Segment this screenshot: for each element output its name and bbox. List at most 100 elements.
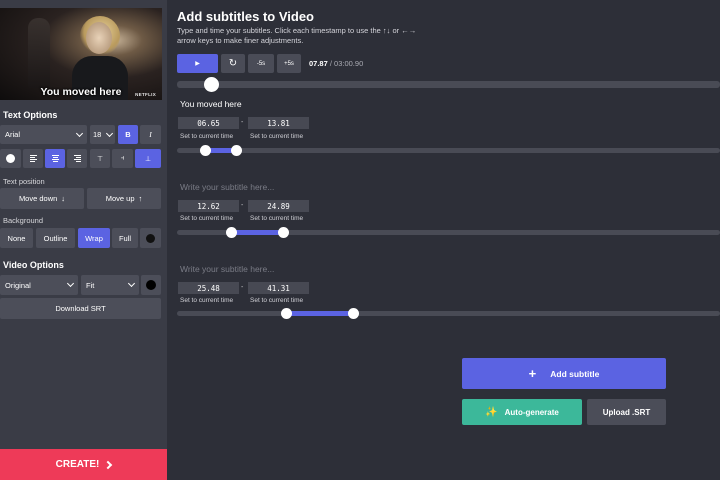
set-start-current-link[interactable]: Set to current time — [180, 215, 233, 222]
text-color-picker[interactable] — [0, 149, 21, 168]
auto-generate-button[interactable]: ✨ Auto-generate — [462, 399, 582, 425]
font-select-value: Arial — [5, 130, 21, 139]
valign-middle-button[interactable]: ⫞ — [112, 149, 133, 168]
forward-5s-button[interactable]: +5s — [277, 54, 301, 73]
valign-top-button[interactable]: ⊤ — [90, 149, 110, 168]
start-time-field[interactable]: 06.65 — [178, 117, 239, 129]
chevron-down-icon — [66, 279, 75, 288]
align-right-icon — [73, 154, 81, 163]
chevron-down-icon — [75, 129, 84, 137]
valign-top-icon: ⊤ — [96, 155, 104, 163]
align-right-button[interactable] — [67, 149, 87, 168]
valign-bottom-button[interactable]: ⊥ — [135, 149, 161, 168]
video-bg-color-picker[interactable] — [141, 275, 161, 295]
magic-wand-icon: ✨ — [485, 406, 498, 418]
editor-sidebar: You moved here NETFLIX Text Options Aria… — [0, 0, 167, 480]
playback-timeline[interactable] — [177, 81, 720, 88]
range-start-handle[interactable] — [200, 145, 211, 156]
create-label: CREATE! — [55, 459, 100, 470]
subtitle-range-track[interactable] — [177, 148, 720, 153]
playback-scrubber-handle[interactable] — [204, 77, 219, 92]
page-title: Add subtitles to Video — [177, 9, 314, 24]
bg-option-full[interactable]: Full — [112, 228, 138, 248]
plus-icon: + — [528, 366, 537, 381]
subtitle-text-input[interactable]: You moved here — [180, 99, 242, 109]
auto-generate-label: Auto-generate — [504, 407, 559, 417]
set-start-current-link[interactable]: Set to current time — [180, 297, 233, 304]
arrow-up-icon: ↑ — [138, 194, 143, 203]
move-up-label: Move up — [105, 194, 135, 203]
bg-option-outline[interactable]: Outline — [36, 228, 75, 248]
align-left-icon — [29, 154, 37, 163]
aspect-ratio-value: Original — [5, 280, 31, 290]
end-time-field[interactable]: 13.81 — [248, 117, 309, 129]
subtitle-text-input[interactable]: Write your subtitle here... — [180, 264, 274, 274]
align-center-button[interactable] — [45, 149, 65, 168]
align-center-icon — [51, 154, 59, 163]
video-bg-color-swatch — [146, 280, 156, 290]
total-time: / 03:00.90 — [329, 59, 364, 68]
rewind-5s-button[interactable]: -5s — [248, 54, 274, 73]
text-color-swatch — [6, 154, 15, 163]
subtitle-text-input[interactable]: Write your subtitle here... — [180, 182, 274, 192]
font-size-select[interactable]: 18 — [90, 125, 115, 144]
move-down-button[interactable]: Move down ↓ — [0, 188, 84, 209]
fit-value: Fit — [86, 280, 95, 290]
playback-time: 07.87 / 03:00.90 — [309, 59, 363, 68]
end-time-field[interactable]: 41.31 — [248, 282, 309, 294]
add-subtitle-button[interactable]: + Add subtitle — [462, 358, 666, 389]
range-start-handle[interactable] — [281, 308, 292, 319]
background-heading: Background — [3, 216, 44, 225]
range-end-handle[interactable] — [348, 308, 359, 319]
valign-middle-icon: ⫞ — [120, 154, 125, 162]
video-options-heading: Video Options — [3, 260, 64, 270]
set-end-current-link[interactable]: Set to current time — [250, 297, 303, 304]
aspect-ratio-select[interactable]: Original — [0, 275, 78, 295]
font-size-value: 18 — [93, 130, 102, 139]
chevron-down-icon — [105, 129, 114, 137]
move-up-button[interactable]: Move up ↑ — [87, 188, 161, 209]
upload-srt-button[interactable]: Upload .SRT — [587, 399, 666, 425]
fit-select[interactable]: Fit — [81, 275, 139, 295]
play-button[interactable]: ▶ — [177, 54, 218, 73]
range-start-handle[interactable] — [226, 227, 237, 238]
current-time: 07.87 — [309, 59, 328, 68]
restart-button[interactable]: ↻ — [221, 54, 245, 73]
move-down-label: Move down — [18, 194, 58, 203]
time-separator: - — [241, 119, 244, 126]
bg-color-picker[interactable] — [140, 228, 161, 248]
text-options-heading: Text Options — [3, 110, 58, 120]
bg-color-swatch — [146, 233, 155, 243]
time-separator: - — [241, 284, 244, 291]
video-watermark-logo: NETFLIX — [135, 92, 156, 97]
range-end-handle[interactable] — [231, 145, 242, 156]
align-left-button[interactable] — [23, 149, 43, 168]
play-icon: ▶ — [195, 61, 200, 67]
font-select[interactable]: Arial — [0, 125, 87, 144]
chevron-down-icon — [127, 279, 136, 288]
start-time-field[interactable]: 25.48 — [178, 282, 239, 294]
add-subtitle-label: Add subtitle — [550, 368, 600, 379]
valign-bottom-icon: ⊥ — [144, 155, 152, 163]
subtitle-range-fill — [286, 311, 354, 316]
text-position-heading: Text position — [3, 177, 45, 186]
subtitle-range-track[interactable] — [177, 311, 720, 316]
bg-option-wrap[interactable]: Wrap — [78, 228, 110, 248]
restart-icon: ↻ — [228, 58, 238, 69]
start-time-field[interactable]: 12.62 — [178, 200, 239, 212]
bold-toggle[interactable]: B — [118, 125, 138, 144]
italic-toggle[interactable]: I — [140, 125, 161, 144]
range-end-handle[interactable] — [278, 227, 289, 238]
set-start-current-link[interactable]: Set to current time — [180, 133, 233, 140]
time-separator: - — [241, 202, 244, 209]
create-button[interactable]: CREATE! — [0, 449, 167, 480]
set-end-current-link[interactable]: Set to current time — [250, 215, 303, 222]
bg-option-none[interactable]: None — [0, 228, 33, 248]
set-end-current-link[interactable]: Set to current time — [250, 133, 303, 140]
subtitle-range-fill — [231, 230, 284, 235]
video-preview[interactable]: You moved here NETFLIX — [0, 8, 162, 100]
end-time-field[interactable]: 24.89 — [248, 200, 309, 212]
download-srt-button[interactable]: Download SRT — [0, 298, 161, 319]
instructions-text: Type and time your subtitles. Click each… — [177, 26, 417, 45]
video-figure-face — [86, 22, 112, 54]
